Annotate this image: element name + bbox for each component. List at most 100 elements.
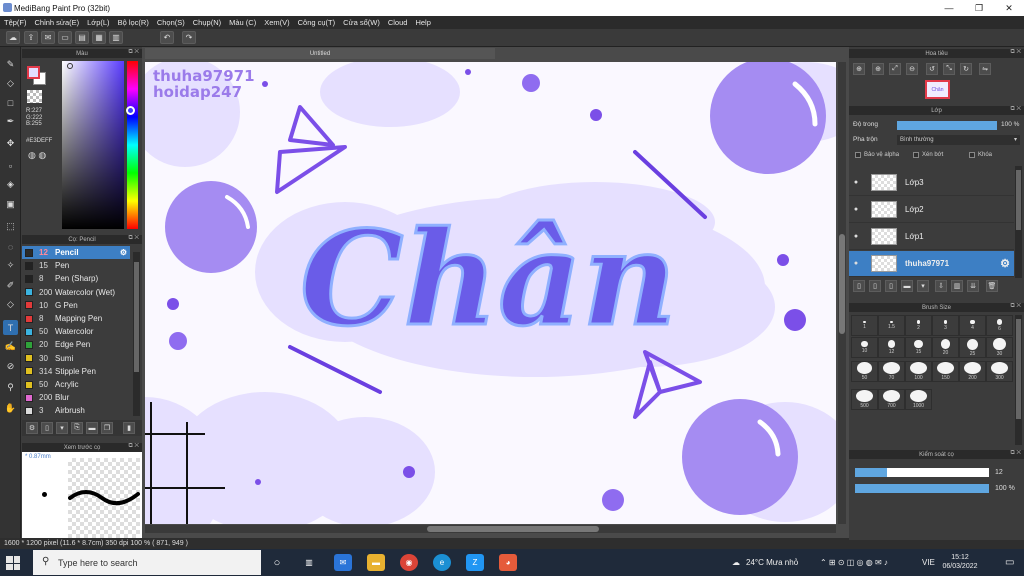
rotate-right-icon[interactable]: ↻ <box>960 63 972 75</box>
blend-mode-select[interactable]: Bình thường ▾ <box>897 135 1020 145</box>
brush-size-cell[interactable]: 200 <box>959 361 986 382</box>
clipping-checkbox[interactable]: Xén bớt <box>913 152 943 158</box>
brush-item[interactable]: 3 Airbrush <box>22 404 130 417</box>
layer-folder-icon[interactable]: ▬ <box>901 280 913 292</box>
layer-item[interactable]: ● Lớp1 <box>849 224 1014 250</box>
hue-marker[interactable] <box>126 106 135 115</box>
menu-select[interactable]: Chọn(S) <box>153 18 189 27</box>
layer-settings-icon[interactable]: ▥ <box>951 280 963 292</box>
chat-icon[interactable]: ▭ <box>58 31 72 44</box>
brush-item[interactable]: 12 Pencil ⚙ <box>22 246 130 259</box>
notifications-icon[interactable]: ▭ <box>1005 557 1014 568</box>
layer-item[interactable]: ● Lớp2 <box>849 197 1014 223</box>
brush-item[interactable]: 20 Edge Pen <box>22 338 130 351</box>
flip-icon[interactable]: ⇋ <box>979 63 991 75</box>
magic-wand-icon[interactable]: ✧ <box>3 258 18 273</box>
gradient-tool-icon[interactable]: ▣ <box>3 197 18 212</box>
fit-window-icon[interactable]: ⤢ <box>889 63 901 75</box>
layer-item[interactable]: ● Lớp3 <box>849 170 1014 196</box>
brush-size-slider[interactable] <box>855 468 989 477</box>
brush-size-cell[interactable]: 500 <box>851 389 878 410</box>
new-layer-icon[interactable]: ▯ <box>853 280 865 292</box>
panel-close-icon[interactable]: ⧉ ✕ <box>128 49 139 56</box>
brush-size-cell[interactable]: 3 <box>932 315 959 336</box>
brush-size-cell[interactable]: 10 <box>851 337 878 358</box>
menu-filter[interactable]: Bộ lọc(R) <box>114 18 153 27</box>
brush-size-cell[interactable]: 1 <box>851 315 878 336</box>
hue-slider[interactable] <box>127 61 138 229</box>
scrollbar-thumb[interactable] <box>1016 319 1021 419</box>
layer-item[interactable]: ● thuha97971 ⚙ <box>849 251 1014 277</box>
foreground-color-swatch[interactable] <box>27 66 40 79</box>
brush-size-cell[interactable]: 4 <box>959 315 986 336</box>
brush-size-cell[interactable]: 70 <box>878 361 905 382</box>
cortana-icon[interactable]: ○ <box>268 554 286 571</box>
new-brush-icon[interactable]: ▯ <box>41 422 53 434</box>
lasso-tool-icon[interactable]: ◌ <box>3 239 18 254</box>
page-icon[interactable]: ▤ <box>75 31 89 44</box>
brush-duplicate-icon[interactable]: ❐ <box>101 422 113 434</box>
gear-icon[interactable]: ⚙ <box>1000 257 1010 270</box>
brush-item[interactable]: 200 Blur <box>22 391 130 404</box>
redo-button[interactable]: ↷ <box>182 31 196 44</box>
panel-close-icon[interactable]: ⧉ ✕ <box>128 443 139 450</box>
brush-item[interactable]: 10 G Pen <box>22 299 130 312</box>
weather-icon[interactable]: ☁ <box>732 558 740 567</box>
tray-icons[interactable]: ⌃ ⊞ ⊙ ◫ ◎ ◍ ✉ ♪ <box>820 558 888 567</box>
select-pen-icon[interactable]: ✐ <box>3 278 18 293</box>
pen-tool-icon[interactable]: ✒ <box>3 114 18 129</box>
drawing-canvas[interactable]: Chân thuha97971 hoidap247 <box>145 62 836 524</box>
eraser-tool-icon[interactable]: ◇ <box>3 76 18 91</box>
brush-tool-icon[interactable]: ✎ <box>3 57 18 72</box>
grid-icon[interactable]: ▦ <box>92 31 106 44</box>
eye-icon[interactable]: ● <box>849 179 863 186</box>
saturation-value-picker[interactable] <box>62 61 124 229</box>
eye-icon[interactable]: ● <box>849 206 863 213</box>
brush-size-scrollbar[interactable] <box>1015 315 1022 445</box>
brush-size-cell[interactable]: 1.5 <box>878 315 905 336</box>
zoom-fit-icon[interactable]: ⊕ <box>872 63 884 75</box>
mail-icon[interactable]: ✉ <box>334 554 352 571</box>
brush-item[interactable]: 8 Pen (Sharp) <box>22 272 130 285</box>
taskbar-search[interactable]: ⚲ Type here to search <box>33 550 261 575</box>
text-tool-icon[interactable]: T <box>3 320 18 335</box>
brush-size-cell[interactable]: 300 <box>986 361 1013 382</box>
zoom-in-icon[interactable]: ⊕ <box>853 63 865 75</box>
share-icon[interactable]: ⇪ <box>24 31 38 44</box>
eye-icon[interactable]: ● <box>849 233 863 240</box>
edge-icon[interactable]: e <box>433 554 451 571</box>
undo-button[interactable]: ↶ <box>160 31 174 44</box>
minimize-button[interactable]: — <box>934 0 964 16</box>
select-tool-icon[interactable]: ⬚ <box>3 219 18 234</box>
scrollbar-thumb[interactable] <box>427 526 599 532</box>
brush-item[interactable]: 8 Mapping Pen <box>22 312 130 325</box>
menu-help[interactable]: Help <box>411 18 434 27</box>
brush-size-cell[interactable]: 12 <box>878 337 905 358</box>
brush-menu-icon[interactable]: ▾ <box>56 422 68 434</box>
panel-close-icon[interactable]: ⧉ ✕ <box>1010 303 1021 310</box>
layer-scrollbar[interactable] <box>1015 166 1022 278</box>
shape-tool-icon[interactable]: □ <box>3 95 18 110</box>
brush-size-cell[interactable]: 1000 <box>905 389 932 410</box>
menu-color[interactable]: Màu (C) <box>225 18 260 27</box>
operation-tool-icon[interactable]: ✍ <box>3 339 18 354</box>
eyedropper-icon[interactable]: ⚲ <box>3 380 18 395</box>
select-rect-icon[interactable]: ▫ <box>3 158 18 173</box>
panel-close-icon[interactable]: ⧉ ✕ <box>1010 49 1021 56</box>
brush-item[interactable]: 15 Pen <box>22 259 130 272</box>
brush-folder-icon[interactable]: ▬ <box>86 422 98 434</box>
layer-opacity-slider[interactable] <box>897 121 997 130</box>
brush-size-cell[interactable]: 50 <box>851 361 878 382</box>
brush-item[interactable]: 30 Sumi <box>22 352 130 365</box>
horizontal-scrollbar[interactable] <box>145 525 836 533</box>
menu-layer[interactable]: Lớp(L) <box>83 18 113 27</box>
merge-layer-icon[interactable]: ▾ <box>917 280 929 292</box>
brush-size-cell[interactable]: 100 <box>905 361 932 382</box>
delete-layer-icon[interactable]: 🗑 <box>986 280 998 292</box>
brush-item[interactable]: 200 Watercolor (Wet) <box>22 286 130 299</box>
eye-icon[interactable]: ● <box>849 260 863 267</box>
settings-icon[interactable]: ⚙ <box>26 422 38 434</box>
brush-size-cell[interactable]: 30 <box>986 337 1013 358</box>
gear-icon[interactable]: ⚙ <box>120 248 127 257</box>
scrollbar-thumb[interactable] <box>839 234 845 334</box>
